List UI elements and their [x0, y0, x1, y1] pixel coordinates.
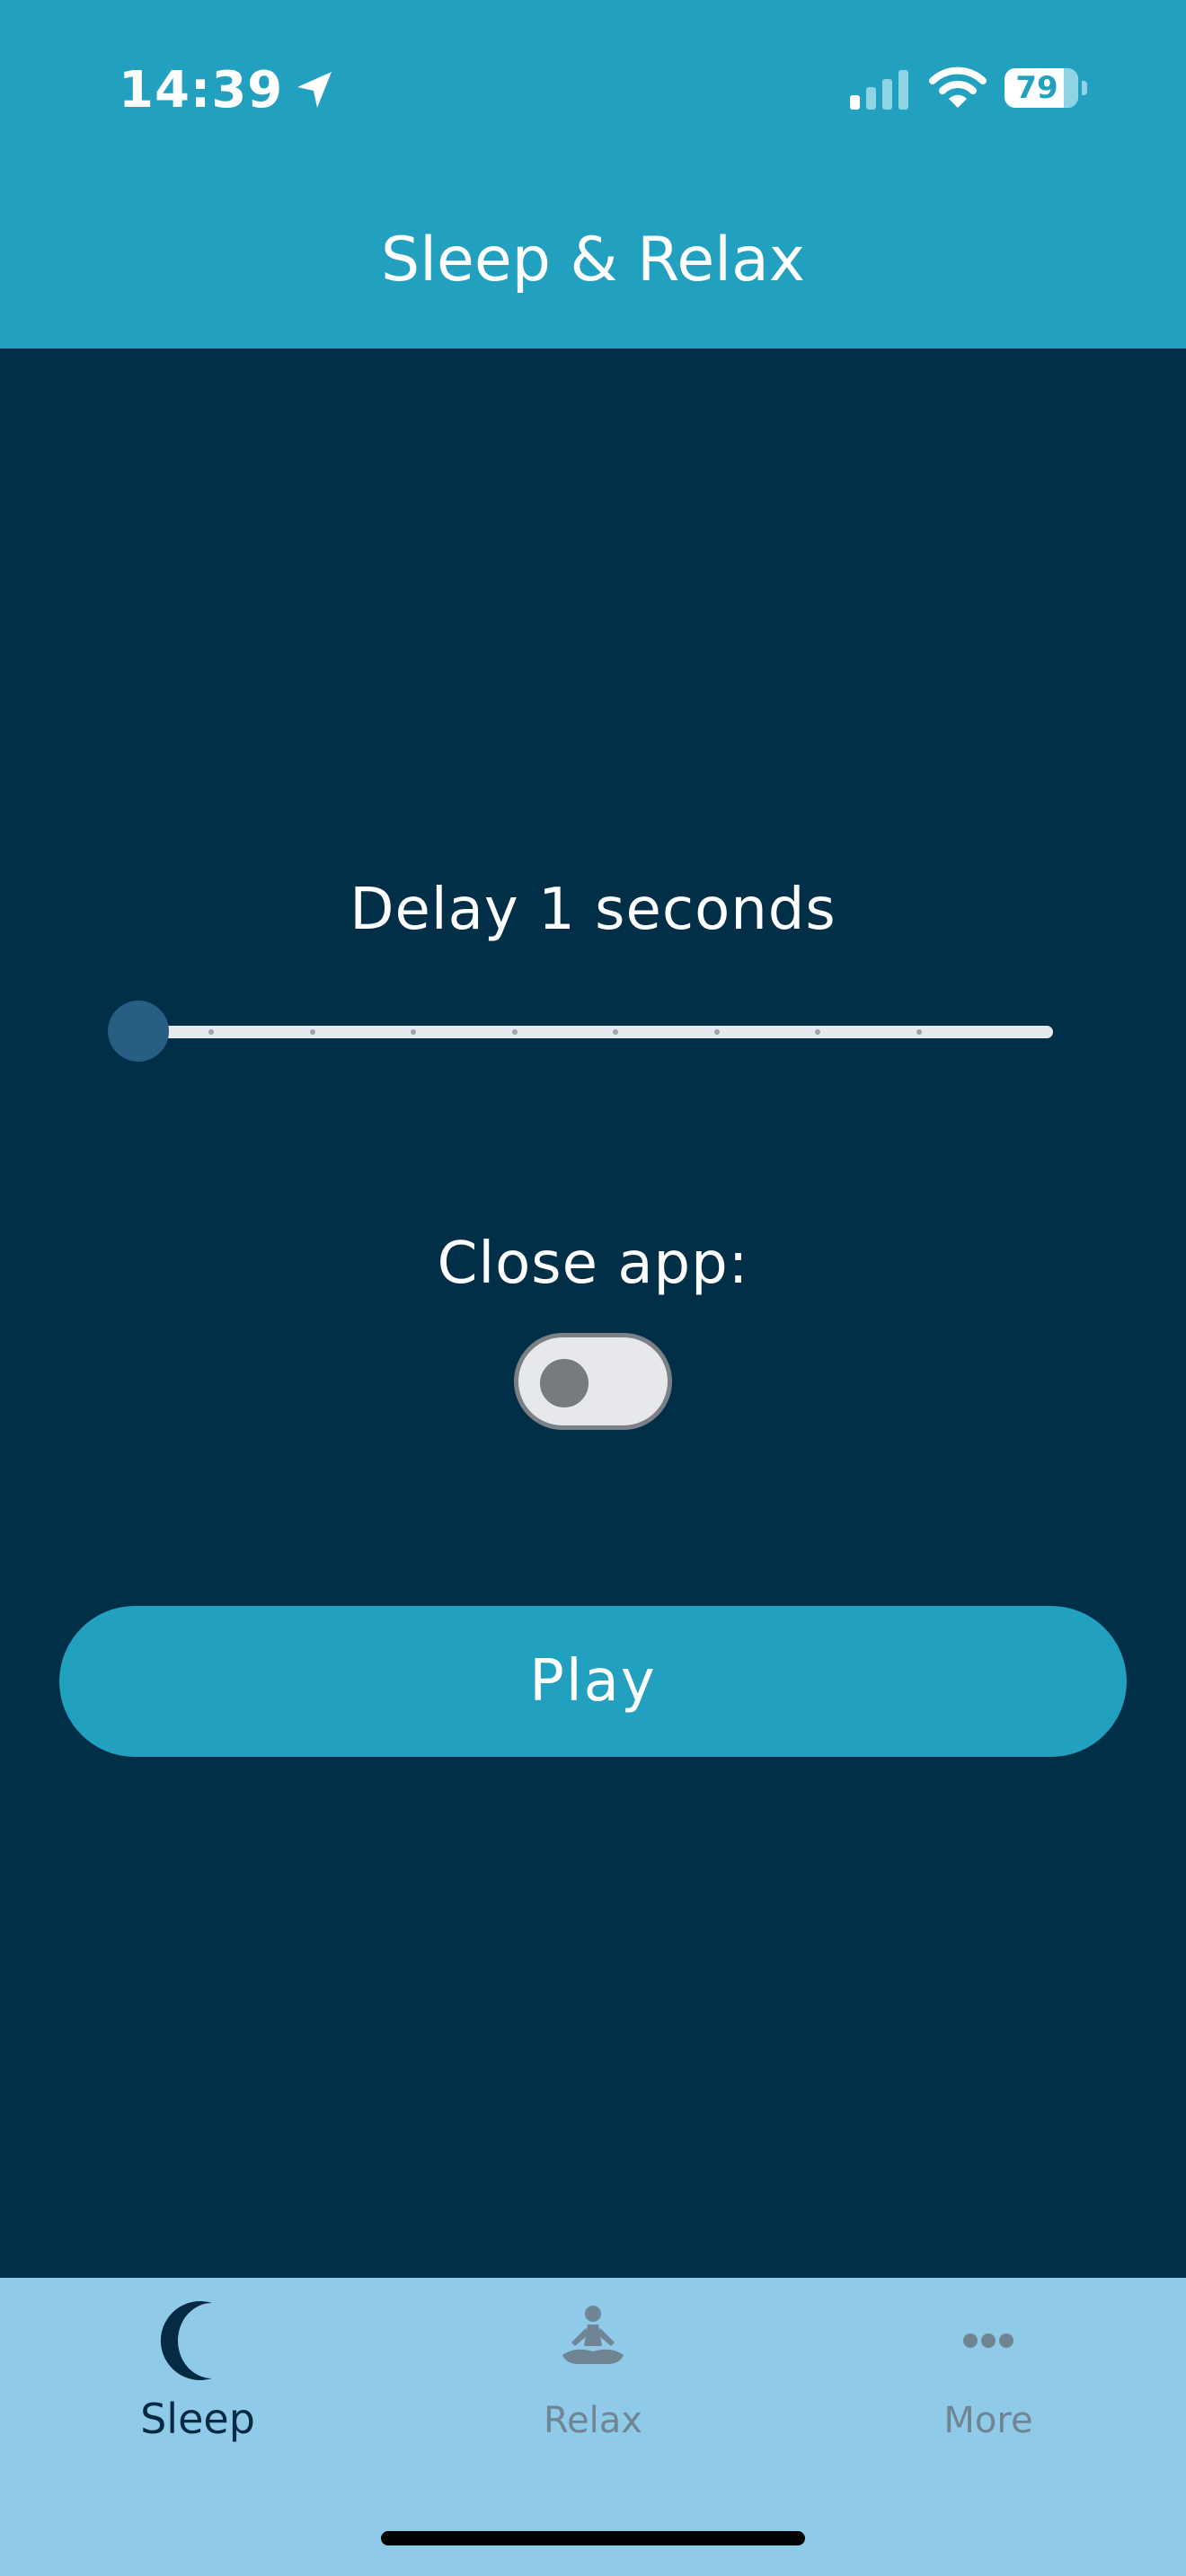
close-app-toggle[interactable]	[514, 1333, 672, 1430]
tab-label-sleep: Sleep	[140, 2395, 255, 2443]
moon-icon	[160, 2301, 212, 2380]
app-header: 14:39 79 Sleep & Relax	[0, 0, 1186, 348]
meditation-icon	[562, 2306, 624, 2364]
slider-tick	[208, 1029, 214, 1035]
home-indicator	[381, 2531, 805, 2545]
slider-tick	[411, 1029, 416, 1035]
cellular-signal-icon	[850, 70, 908, 110]
slider-thumb[interactable]	[108, 1001, 169, 1062]
delay-slider[interactable]	[108, 997, 1055, 1062]
page-title: Sleep & Relax	[381, 225, 805, 296]
wifi-icon	[929, 66, 987, 108]
close-app-label: Close app:	[437, 1231, 749, 1297]
battery-cap	[1082, 81, 1087, 95]
play-button[interactable]: Play	[59, 1606, 1127, 1757]
delay-label: Delay 1 seconds	[350, 877, 836, 943]
slider-tick	[916, 1029, 922, 1035]
location-arrow-icon	[297, 72, 332, 108]
slider-tick	[309, 1029, 315, 1035]
toggle-knob	[540, 1359, 589, 1407]
status-time-group: 14:39	[119, 56, 337, 124]
slider-tick	[613, 1029, 618, 1035]
tab-sleep[interactable]: Sleep	[0, 2296, 395, 2493]
tab-more[interactable]: More	[791, 2296, 1186, 2493]
tab-label-more: More	[943, 2400, 1033, 2441]
more-dots-icon	[963, 2333, 1013, 2348]
battery-icon: 79	[1005, 66, 1087, 111]
status-time: 14:39	[119, 60, 284, 119]
slider-tick	[815, 1029, 820, 1035]
tab-relax[interactable]: Relax	[395, 2296, 791, 2493]
slider-tick	[713, 1029, 720, 1035]
slider-tick	[511, 1029, 518, 1035]
battery-level: 79	[1015, 70, 1058, 106]
tab-label-relax: Relax	[544, 2400, 642, 2441]
